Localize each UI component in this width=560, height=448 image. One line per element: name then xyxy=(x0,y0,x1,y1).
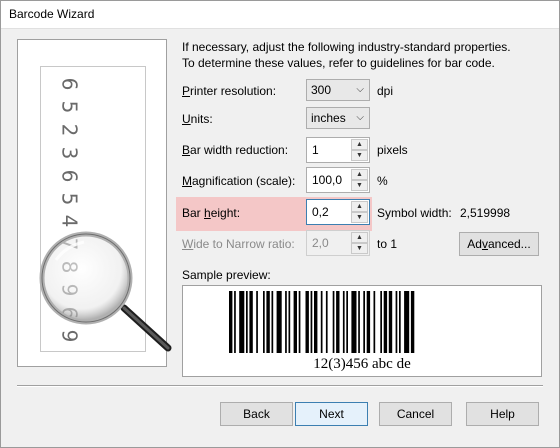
barcode-bar xyxy=(298,291,301,353)
barcode-bar xyxy=(383,291,388,353)
back-button[interactable]: Back xyxy=(220,402,293,426)
wide-to-narrow-label: Wide to Narrow ratio: xyxy=(182,237,295,251)
barcode-bar xyxy=(346,291,348,353)
magnification-unit: % xyxy=(377,174,388,188)
footer-separator xyxy=(17,385,543,387)
barcode-bar xyxy=(276,291,282,353)
bar-height-value: 0,2 xyxy=(312,205,329,219)
illustration-digit: 6 xyxy=(56,77,81,91)
barcode-image: 12(3)456 abc de xyxy=(229,291,415,372)
illustration-digit: 6 xyxy=(56,169,81,182)
barcode-bar xyxy=(320,291,323,353)
spin-up-icon[interactable]: ▲ xyxy=(351,139,368,150)
units-label: Units: xyxy=(182,112,213,126)
printer-resolution-unit: dpi xyxy=(377,84,394,98)
spin-up-icon: ▲ xyxy=(351,232,368,243)
instructions: If necessary, adjust the following indus… xyxy=(182,39,542,71)
next-button[interactable]: Next xyxy=(295,402,368,426)
window-title: Barcode Wizard xyxy=(9,7,95,21)
wide-to-narrow-unit: to 1 xyxy=(377,237,398,251)
printer-resolution-label: Printer resolution: xyxy=(182,84,277,98)
barcode-bar xyxy=(366,291,371,353)
barcode-bar xyxy=(351,291,357,353)
barcode-bar xyxy=(363,291,365,353)
bar-height-label: Bar height: xyxy=(182,206,241,220)
bar-height-spinner[interactable]: 0,2 ▲ ▼ xyxy=(306,199,370,225)
barcode-bar xyxy=(310,291,313,353)
barcode-bar xyxy=(388,291,393,353)
sample-preview-label: Sample preview: xyxy=(182,268,271,282)
illustration-digit: 5 xyxy=(56,100,81,114)
spin-up-icon[interactable]: ▲ xyxy=(351,169,368,180)
barcode-bar xyxy=(293,291,297,353)
instructions-line-1: If necessary, adjust the following indus… xyxy=(182,40,511,54)
barcode-bar xyxy=(342,291,345,353)
magnification-label: Magnification (scale): xyxy=(182,174,296,188)
cancel-button[interactable]: Cancel xyxy=(379,402,452,426)
barcode-bar xyxy=(288,291,291,353)
barcode-bar xyxy=(249,291,253,353)
help-button[interactable]: Help xyxy=(466,402,539,426)
barcode-bar xyxy=(399,291,401,353)
barcode-bar xyxy=(229,291,233,353)
wide-to-narrow-spinner: 2,0 ▲ ▼ xyxy=(306,230,370,256)
barcode-bar xyxy=(285,291,287,353)
advanced-button[interactable]: Ad v anced... xyxy=(459,232,539,256)
symbol-width-label: Symbol width: xyxy=(377,206,452,220)
printer-resolution-value: 300 xyxy=(311,83,332,97)
bar-width-reduction-value: 1 xyxy=(312,143,319,157)
illustration-digit: 2 xyxy=(56,123,81,137)
barcode-bar xyxy=(373,291,376,353)
units-select[interactable]: inches ⌵ xyxy=(306,107,370,129)
barcode-bar xyxy=(246,291,248,353)
barcode-bar xyxy=(266,291,270,353)
symbol-width-value: 2,519998 xyxy=(460,206,511,220)
title-bar[interactable]: Barcode Wizard xyxy=(1,1,559,29)
spin-down-icon[interactable]: ▼ xyxy=(351,150,368,161)
bar-width-reduction-unit: pixels xyxy=(377,143,408,157)
barcode-bar xyxy=(234,291,236,353)
magnifier-icon xyxy=(39,231,172,352)
magnification-value: 100,0 xyxy=(312,173,343,187)
spin-down-icon[interactable]: ▼ xyxy=(351,212,368,223)
wide-to-narrow-value: 2,0 xyxy=(312,236,329,250)
barcode-bar xyxy=(410,291,415,353)
bar-width-reduction-label: Bar width reduction: xyxy=(182,143,289,157)
magnification-spinner[interactable]: 100,0 ▲ ▼ xyxy=(306,167,370,193)
instructions-line-2: To determine these values, refer to guid… xyxy=(182,56,495,70)
barcode-bar xyxy=(271,291,274,353)
barcode-bar xyxy=(263,291,265,353)
barcode-bar xyxy=(239,291,245,353)
barcode-bar xyxy=(305,291,309,353)
barcode-bar xyxy=(358,291,360,353)
barcode-wizard-window: Barcode Wizard 652365478969 If necessary… xyxy=(0,0,560,448)
barcode-bar xyxy=(404,291,410,353)
spin-up-icon[interactable]: ▲ xyxy=(351,201,368,212)
units-value: inches xyxy=(311,111,346,125)
chevron-down-icon: ⌵ xyxy=(356,112,364,123)
barcode-caption: 12(3)456 abc de xyxy=(313,356,411,372)
illustration-digit: 3 xyxy=(56,146,81,160)
barcode-bar xyxy=(395,291,398,353)
sample-preview-box: 12(3)456 abc de xyxy=(182,285,542,377)
printer-resolution-select[interactable]: 300 ⌵ xyxy=(306,79,370,101)
spin-down-icon: ▼ xyxy=(351,243,368,254)
barcode-bar xyxy=(332,291,335,353)
barcode-bar xyxy=(256,291,258,353)
illustration-digit: 5 xyxy=(56,192,81,205)
chevron-down-icon: ⌵ xyxy=(356,84,364,95)
barcode-bar xyxy=(380,291,382,353)
bar-width-reduction-spinner[interactable]: 1 ▲ ▼ xyxy=(306,137,370,163)
illustration-panel: 652365478969 xyxy=(17,39,172,367)
barcode-bar xyxy=(336,291,340,353)
spin-down-icon[interactable]: ▼ xyxy=(351,180,368,191)
barcode-bar xyxy=(314,291,318,353)
barcode-bar xyxy=(325,291,328,353)
